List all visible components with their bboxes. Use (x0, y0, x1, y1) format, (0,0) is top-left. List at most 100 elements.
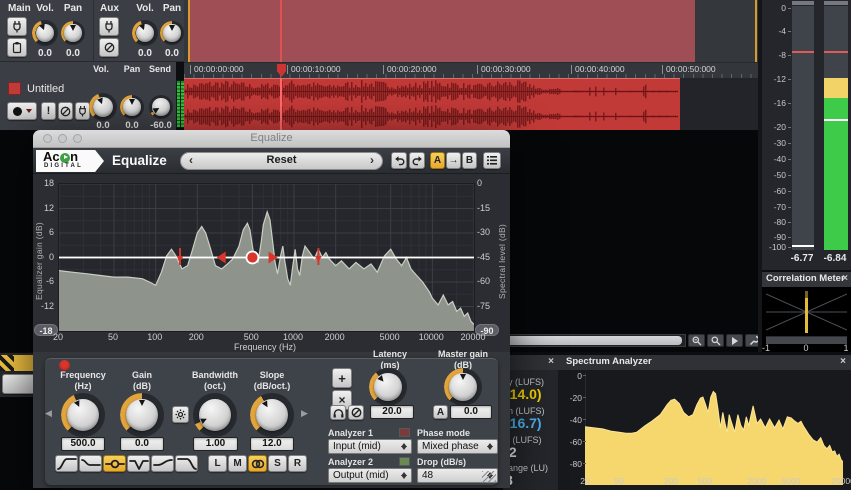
channel-right-button[interactable]: R (288, 455, 307, 472)
plug-icon (77, 105, 88, 117)
redo-button[interactable] (409, 152, 425, 169)
meter-scale-label: -16 (762, 98, 786, 108)
record-arm-button[interactable] (7, 102, 37, 120)
preset-selector[interactable]: ‹ Reset › (180, 152, 383, 170)
resize-grip[interactable] (482, 471, 496, 483)
filter-lowshelf-button[interactable] (79, 455, 102, 472)
eq-plot[interactable] (58, 183, 475, 332)
slope-value[interactable]: 12.0 (250, 437, 294, 451)
main-clipboard-button[interactable] (7, 38, 27, 57)
main-volume-knob[interactable] (32, 20, 58, 46)
overview-selection[interactable] (190, 0, 695, 62)
overview-bar[interactable] (184, 0, 758, 62)
close-icon[interactable]: × (840, 356, 846, 367)
meter-scale-tick (788, 55, 791, 56)
play-icon (64, 155, 68, 159)
ab-a-button[interactable]: A (430, 152, 445, 169)
ab-copy-button[interactable]: → (446, 152, 461, 169)
gain-value[interactable]: 0.0 (120, 437, 164, 451)
undo-icon (394, 155, 405, 166)
eq-left-tick-label: 18 (33, 178, 54, 188)
aux-pan-knob[interactable] (160, 21, 184, 45)
aux-insert-button[interactable] (99, 17, 119, 36)
channel-left-button[interactable]: L (208, 455, 227, 472)
spectrum-analyzer-panel: Spectrum Analyzer × 0-20-40-60-802050200… (558, 355, 851, 490)
preset-name: Reset (181, 154, 382, 166)
filter-highpass-button[interactable] (55, 455, 78, 472)
master-gain-value[interactable]: 0.0 (450, 405, 492, 419)
zoom-in-button[interactable] (688, 334, 705, 347)
bypass-button[interactable] (348, 405, 364, 420)
track-mute-button[interactable] (58, 102, 73, 120)
auto-gain-button[interactable]: A (433, 405, 448, 419)
notch-icon (129, 458, 149, 470)
overview-right-edge[interactable] (755, 0, 757, 62)
aux-volume-knob[interactable] (132, 20, 158, 46)
prev-band-button[interactable]: ◀ (45, 408, 52, 419)
analyzer2-color-swatch[interactable] (399, 457, 410, 466)
aux-pan-value: 0.0 (165, 48, 179, 59)
bandwidth-value[interactable]: 1.00 (193, 437, 238, 451)
monitor-button[interactable] (330, 405, 346, 420)
main-pan-knob[interactable] (61, 21, 85, 45)
window-titlebar[interactable]: Equalize (33, 130, 510, 148)
ruler-timestamp: 00:00:10:000 (287, 65, 341, 74)
scrollbar-thumb[interactable] (485, 336, 682, 345)
equalize-plugin-window: Equalize Acn DIGITAL Equalize ‹ Reset › … (33, 130, 510, 488)
analyzer1-select[interactable]: Input (mid) (328, 439, 412, 454)
channel-stereo-button[interactable] (248, 455, 267, 472)
eq-right-tick-label: -75 (477, 301, 503, 311)
audio-clip[interactable] (184, 78, 680, 130)
track-volume-knob[interactable] (89, 93, 117, 121)
undo-button[interactable] (391, 152, 407, 169)
slope-knob[interactable] (250, 393, 294, 437)
close-icon[interactable]: × (842, 273, 848, 284)
add-band-button[interactable]: + (332, 368, 352, 388)
master-gain-knob[interactable] (444, 368, 482, 406)
spectrum-x-tick-label: 50 (614, 476, 623, 486)
channel-side-button[interactable]: S (268, 455, 287, 472)
clipboard-icon (11, 41, 23, 54)
timeline-ruler[interactable]: 00:00:00:00000:00:10:00000:00:20:00000:0… (184, 62, 758, 78)
track-pan-knob[interactable] (120, 95, 144, 119)
track-color-swatch[interactable] (8, 82, 21, 95)
timeline-scrollbar[interactable] (480, 334, 686, 347)
channel-mid-button[interactable]: M (228, 455, 247, 472)
play-cursor-button[interactable] (726, 334, 743, 347)
main-insert-button[interactable] (7, 17, 27, 36)
track-send-knob[interactable] (149, 95, 173, 119)
filter-lowpass-button[interactable] (175, 455, 198, 472)
frequency-knob[interactable] (61, 393, 105, 437)
main-volume-value: 0.0 (38, 48, 52, 59)
track-alert-button[interactable]: ! (41, 102, 56, 120)
no-entry-icon (60, 106, 71, 117)
aux-bypass-button[interactable] (99, 38, 119, 57)
analyzer2-select[interactable]: Output (mid) (328, 468, 412, 483)
gain-knob[interactable] (120, 393, 164, 437)
track-name[interactable]: Untitled (27, 83, 64, 95)
overview-left-edge[interactable] (188, 0, 190, 62)
track-lane-empty[interactable] (680, 78, 758, 130)
filter-notch-button[interactable] (127, 455, 150, 472)
preset-menu-button[interactable] (483, 152, 501, 169)
ab-b-button[interactable]: B (462, 152, 477, 169)
next-band-button[interactable]: ▶ (301, 408, 308, 419)
panel-titlebar[interactable]: Correlation Meter × (762, 272, 851, 287)
spectrum-x-tick-label: 500 (698, 476, 712, 486)
frequency-value[interactable]: 500.0 (61, 437, 105, 451)
panel-titlebar[interactable]: × (503, 355, 558, 370)
preset-next-button[interactable]: › (370, 153, 374, 167)
close-icon[interactable]: × (548, 356, 554, 367)
filter-highshelf-button[interactable] (151, 455, 174, 472)
zoom-out-button[interactable] (707, 334, 724, 347)
phase-mode-select[interactable]: Mixed phase (417, 439, 498, 454)
bandwidth-knob[interactable] (193, 393, 237, 437)
meter-scale-label: -40 (762, 154, 786, 164)
correlation-display (766, 289, 847, 340)
panel-titlebar[interactable]: Spectrum Analyzer × (558, 355, 851, 370)
latency-knob[interactable] (369, 368, 407, 406)
band-settings-button[interactable] (172, 406, 189, 423)
filter-peak-button[interactable] (103, 455, 126, 472)
analyzer1-color-swatch[interactable] (399, 428, 410, 437)
latency-value[interactable]: 20.0 (370, 405, 414, 419)
